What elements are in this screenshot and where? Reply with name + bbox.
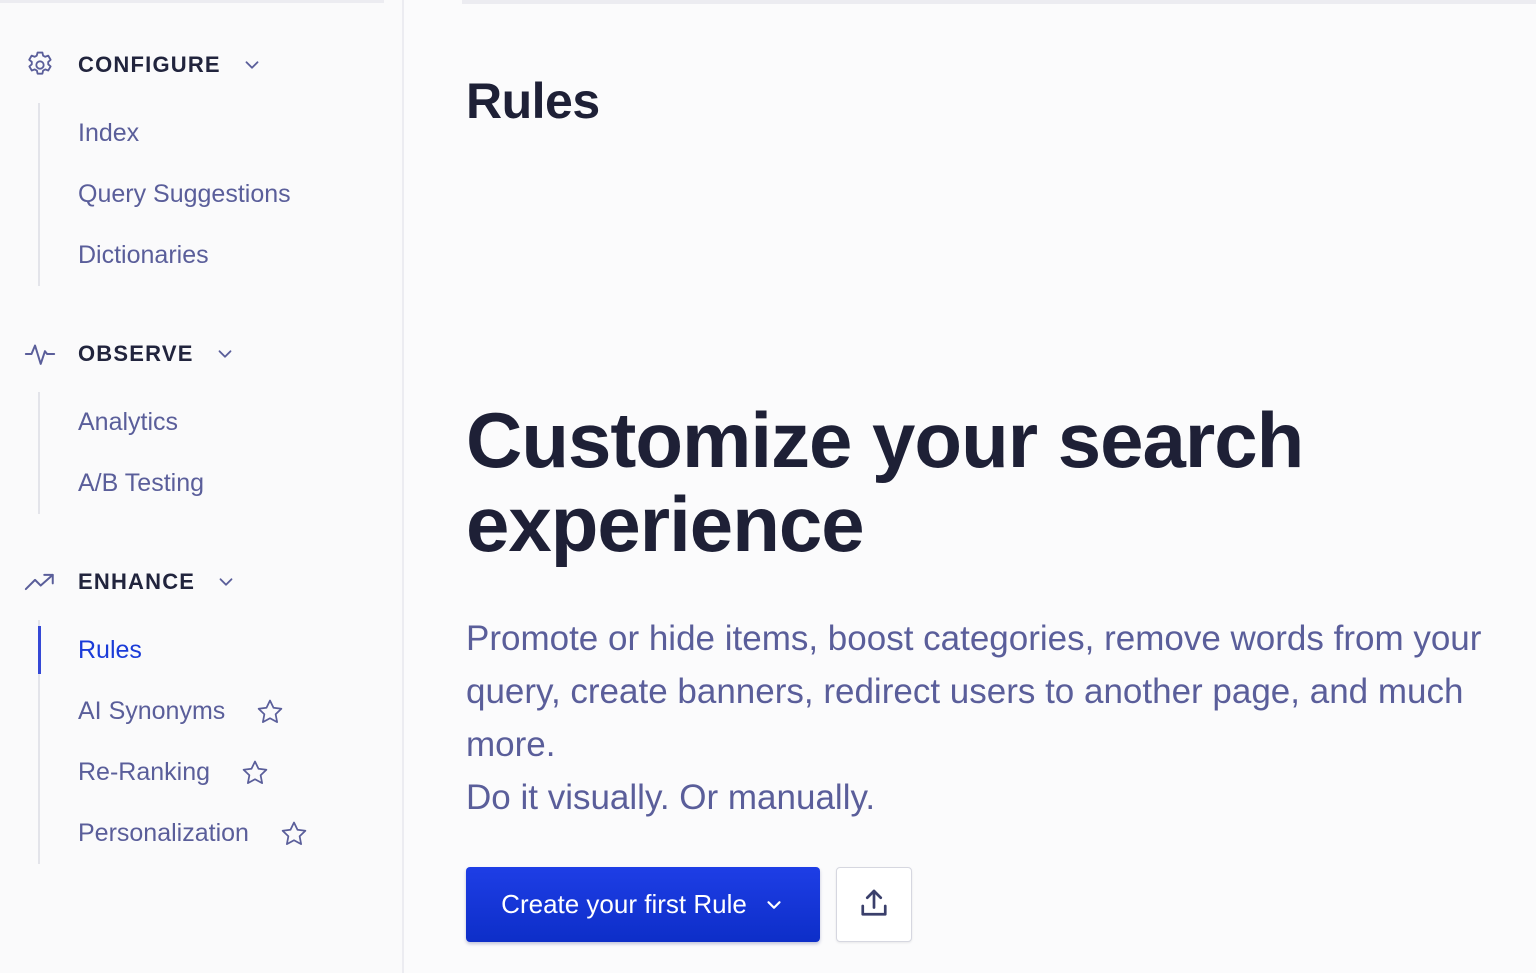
trending-up-icon — [22, 564, 58, 600]
section-title: ENHANCE — [78, 569, 196, 594]
nav-group-observe: Analytics A/B Testing — [38, 392, 204, 514]
gear-icon — [22, 47, 58, 83]
page-title: Rules — [466, 73, 600, 129]
section-header-observe[interactable]: OBSERVE — [22, 334, 236, 374]
section-title: CONFIGURE — [78, 52, 221, 77]
sidebar-item-ai-synonyms[interactable]: AI Synonyms — [40, 681, 309, 742]
chevron-down-icon — [241, 54, 263, 76]
hero-description-line: Promote or hide items, boost categories,… — [466, 619, 1482, 764]
section-header-enhance[interactable]: ENHANCE — [22, 562, 237, 602]
sidebar-item-label: Personalization — [78, 819, 249, 847]
sidebar: CONFIGURE Index Query Suggestions Dictio… — [0, 0, 404, 973]
sidebar-item-index[interactable]: Index — [40, 103, 291, 164]
hero-description: Promote or hide items, boost categories,… — [466, 612, 1506, 824]
sidebar-item-label: Dictionaries — [78, 241, 209, 269]
star-icon[interactable] — [279, 819, 309, 849]
pulse-icon — [22, 336, 58, 372]
chevron-down-icon — [763, 894, 785, 916]
create-rule-button[interactable]: Create your first Rule — [466, 867, 820, 942]
sidebar-item-label: AI Synonyms — [78, 697, 226, 725]
hero-title: Customize your search experience — [466, 396, 1304, 568]
sidebar-item-analytics[interactable]: Analytics — [40, 392, 204, 453]
hero-description-line: Do it visually. Or manually. — [466, 778, 876, 817]
sidebar-item-label: Query Suggestions — [78, 180, 291, 208]
sidebar-item-label: Analytics — [78, 408, 179, 436]
sidebar-item-label: Re-Ranking — [78, 758, 211, 786]
upload-button[interactable] — [836, 867, 912, 942]
sidebar-item-label: Rules — [78, 636, 142, 664]
sidebar-item-personalization[interactable]: Personalization — [40, 803, 309, 864]
sidebar-item-label: A/B Testing — [78, 469, 205, 497]
main-content: Rules Customize your search experience P… — [406, 0, 1536, 973]
star-icon[interactable] — [240, 758, 270, 788]
create-rule-button-label: Create your first Rule — [501, 889, 747, 919]
header-divider — [462, 0, 1536, 4]
star-icon[interactable] — [255, 697, 285, 727]
section-header-configure[interactable]: CONFIGURE — [22, 45, 263, 85]
upload-icon — [856, 885, 892, 924]
sidebar-divider — [0, 0, 384, 3]
nav-group-enhance: Rules AI Synonyms Re-Ranking Personaliza… — [38, 620, 309, 864]
app-root: CONFIGURE Index Query Suggestions Dictio… — [0, 0, 1536, 973]
sidebar-item-query-suggestions[interactable]: Query Suggestions — [40, 164, 291, 225]
sidebar-item-re-ranking[interactable]: Re-Ranking — [40, 742, 309, 803]
sidebar-item-label: Index — [78, 119, 140, 147]
chevron-down-icon — [214, 343, 236, 365]
section-title: OBSERVE — [78, 341, 194, 366]
chevron-down-icon — [215, 571, 237, 593]
sidebar-item-rules[interactable]: Rules — [38, 620, 309, 681]
sidebar-item-dictionaries[interactable]: Dictionaries — [40, 225, 291, 286]
sidebar-item-ab-testing[interactable]: A/B Testing — [40, 453, 204, 514]
nav-group-configure: Index Query Suggestions Dictionaries — [38, 103, 291, 286]
